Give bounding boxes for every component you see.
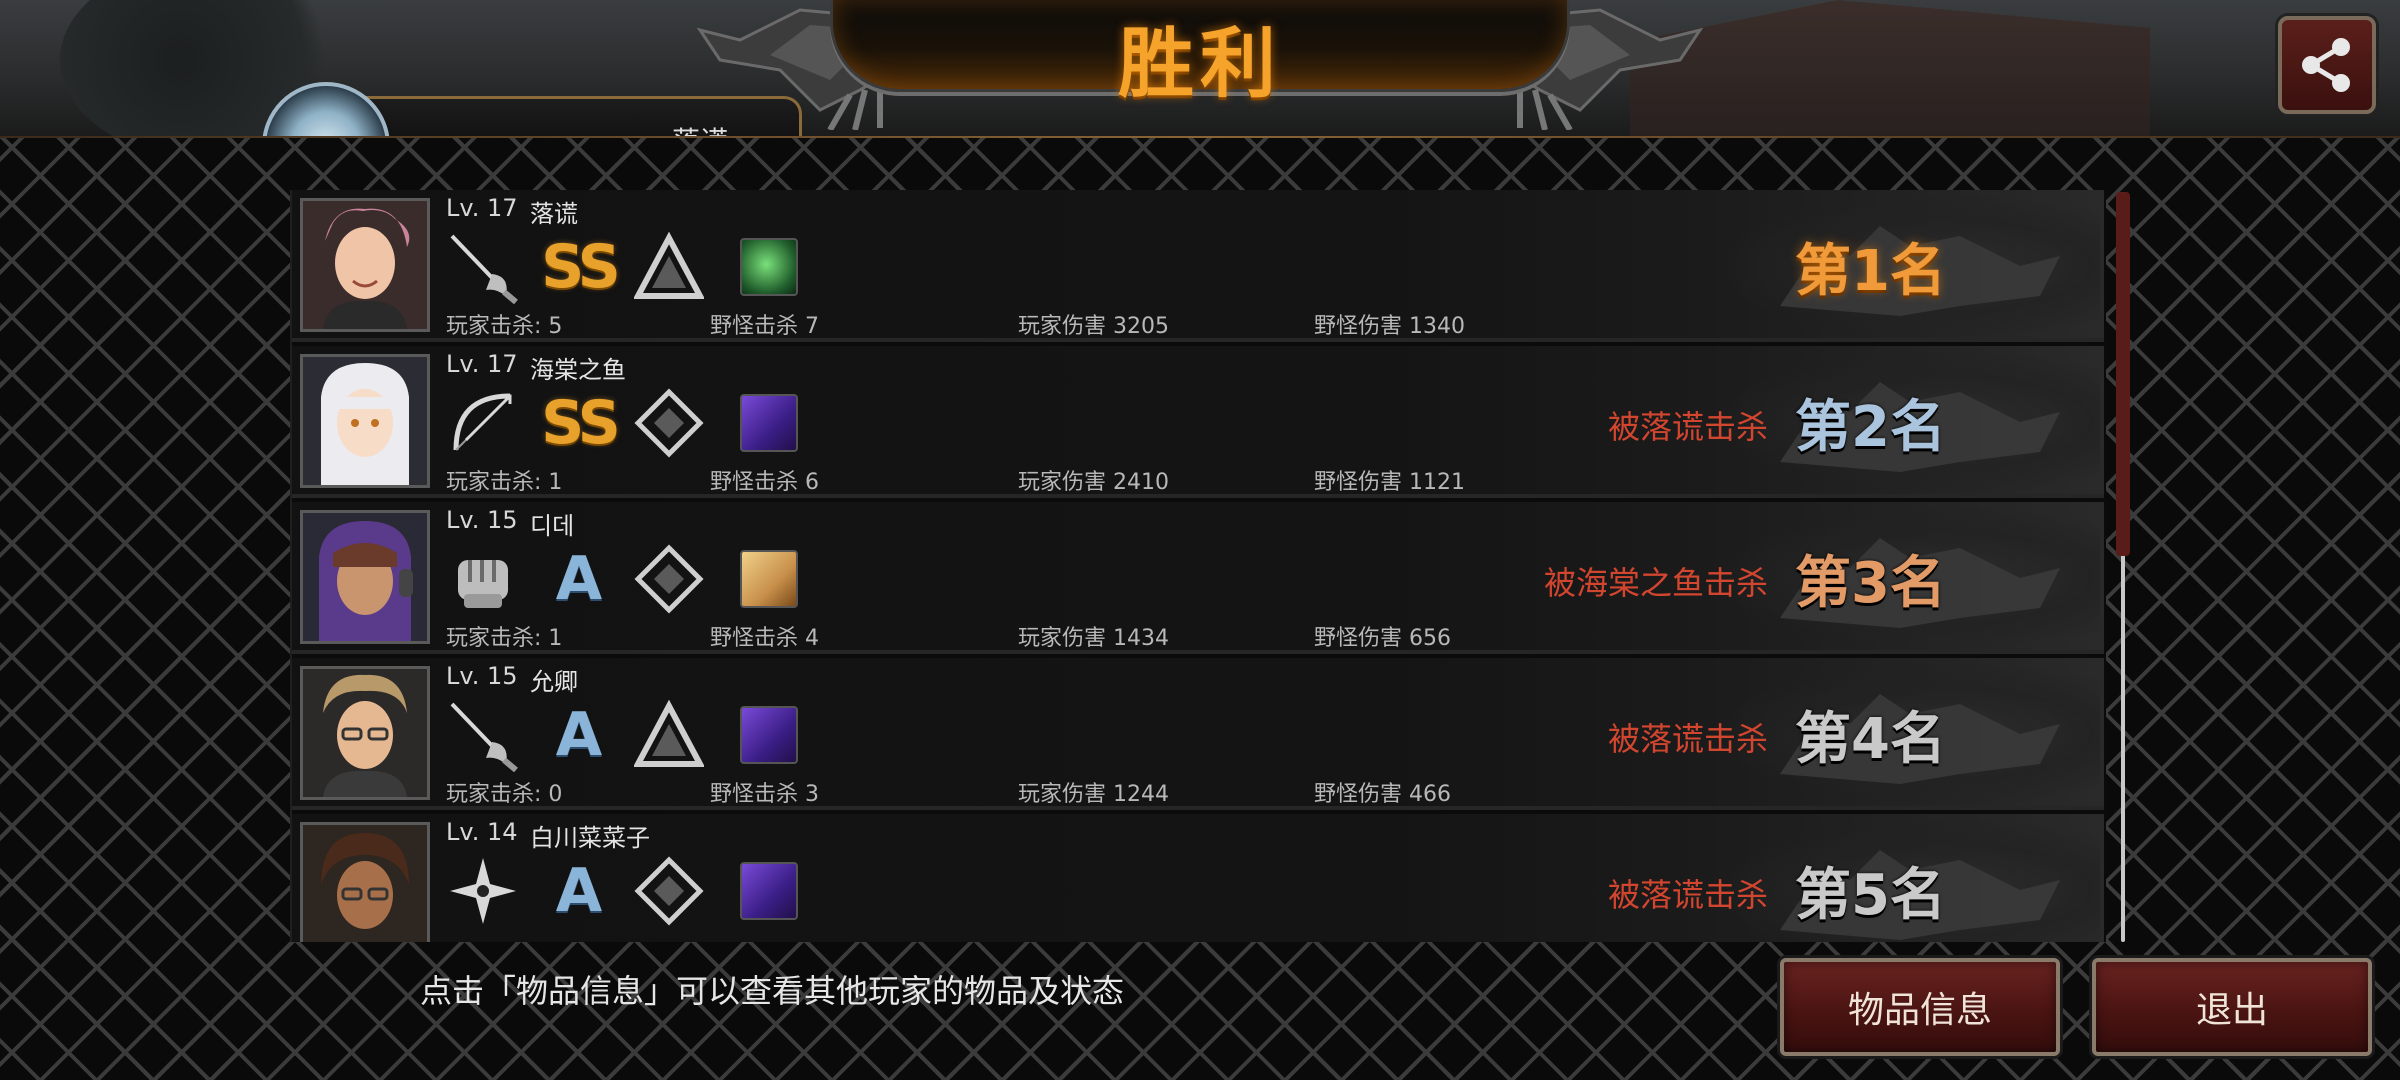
rank-label: 第2名 — [1795, 395, 1946, 460]
result-row: Lv. 17 落谎 SS 玩家击杀: 5 野怪击杀 7 玩家伤害 3205 野怪… — [292, 190, 2104, 342]
player-kills: 玩家击杀: 0 — [446, 782, 563, 807]
player-level: Lv. 17 — [446, 194, 518, 222]
grade-badge: A — [555, 856, 603, 926]
shuriken-icon — [446, 854, 520, 928]
purple-item-icon[interactable] — [732, 386, 806, 460]
diamond-emblem-icon — [632, 854, 706, 928]
player-level: Lv. 15 — [446, 506, 518, 534]
result-row: Lv. 14 白川菜菜子 A 被落谎击杀 第5名 — [292, 814, 2104, 942]
player-damage: 玩家伤害 1244 — [1018, 782, 1169, 807]
player-level: Lv. 15 — [446, 662, 518, 690]
triangle-emblem-icon — [632, 230, 706, 304]
diamond-emblem-icon — [632, 542, 706, 616]
rank-label: 第3名 — [1795, 551, 1946, 616]
killed-by-label: 被落谎击杀 — [1607, 876, 1768, 914]
player-name: 白川菜菜子 — [530, 824, 650, 852]
player-avatar[interactable] — [300, 510, 430, 644]
player-name: 海棠之鱼 — [530, 356, 626, 384]
title-banner: 胜利 — [830, 0, 1570, 108]
exit-button[interactable]: 退出 — [2092, 958, 2372, 1056]
results-list[interactable]: Lv. 17 落谎 SS 玩家击杀: 5 野怪击杀 7 玩家伤害 3205 野怪… — [290, 190, 2106, 942]
result-row: Lv. 15 디데 A 玩家击杀: 1 野怪击杀 4 玩家伤害 1434 野怪伤… — [292, 502, 2104, 654]
monster-damage: 野怪伤害 656 — [1314, 626, 1451, 651]
killed-by-label: 被海棠之鱼击杀 — [1543, 564, 1768, 602]
result-row: Lv. 17 海棠之鱼 SS 玩家击杀: 1 野怪击杀 6 玩家伤害 2410 … — [292, 346, 2104, 498]
player-level: Lv. 17 — [446, 350, 518, 378]
player-damage: 玩家伤害 2410 — [1018, 470, 1169, 495]
grade-badge: A — [555, 544, 603, 614]
purple-item-icon[interactable] — [732, 698, 806, 772]
hint-text: 点击「物品信息」可以查看其他玩家的物品及状态 — [420, 972, 1125, 1010]
fist-icon — [446, 542, 520, 616]
rapier-icon — [446, 230, 520, 304]
player-kills: 玩家击杀: 1 — [446, 626, 563, 651]
player-kills: 玩家击杀: 5 — [446, 314, 563, 339]
rank-label: 第4名 — [1795, 707, 1946, 772]
triangle-emblem-icon — [632, 698, 706, 772]
scrollbar-thumb[interactable] — [2116, 192, 2130, 556]
share-icon — [2302, 38, 2350, 92]
player-avatar[interactable] — [300, 822, 430, 942]
monster-kills: 野怪击杀 3 — [710, 782, 819, 807]
player-name: 允卿 — [530, 668, 578, 696]
green-item-icon[interactable] — [732, 230, 806, 304]
share-button[interactable] — [2278, 16, 2376, 114]
diamond-emblem-icon — [632, 386, 706, 460]
player-avatar[interactable] — [300, 354, 430, 488]
player-level: Lv. 14 — [446, 818, 518, 846]
grade-badge: SS — [541, 232, 621, 302]
player-name: 落谎 — [530, 200, 578, 228]
player-avatar[interactable] — [300, 666, 430, 800]
purple-item-icon[interactable] — [732, 854, 806, 928]
player-damage: 玩家伤害 3205 — [1018, 314, 1169, 339]
monster-kills: 野怪击杀 6 — [710, 470, 819, 495]
monster-damage: 野怪伤害 1121 — [1314, 470, 1465, 495]
monster-damage: 野怪伤害 466 — [1314, 782, 1451, 807]
item-info-button[interactable]: 物品信息 — [1780, 958, 2060, 1056]
result-row: Lv. 15 允卿 A 玩家击杀: 0 野怪击杀 3 玩家伤害 1244 野怪伤… — [292, 658, 2104, 810]
grade-badge: SS — [541, 388, 621, 458]
killed-by-label: 被落谎击杀 — [1607, 408, 1768, 446]
rapier-icon — [446, 698, 520, 772]
grade-badge: A — [555, 700, 603, 770]
player-damage: 玩家伤害 1434 — [1018, 626, 1169, 651]
player-avatar[interactable] — [300, 198, 430, 332]
rank-label: 第1名 — [1795, 239, 1946, 304]
monster-kills: 野怪击杀 7 — [710, 314, 819, 339]
player-kills: 玩家击杀: 1 — [446, 470, 563, 495]
bow-icon — [446, 386, 520, 460]
killed-by-label: 被落谎击杀 — [1607, 720, 1768, 758]
monster-damage: 野怪伤害 1340 — [1314, 314, 1465, 339]
gold-item-icon[interactable] — [732, 542, 806, 616]
rank-label: 第5名 — [1795, 863, 1946, 928]
page-title: 胜利 — [1118, 19, 1282, 108]
monster-kills: 野怪击杀 4 — [710, 626, 819, 651]
player-name: 디데 — [530, 512, 575, 540]
